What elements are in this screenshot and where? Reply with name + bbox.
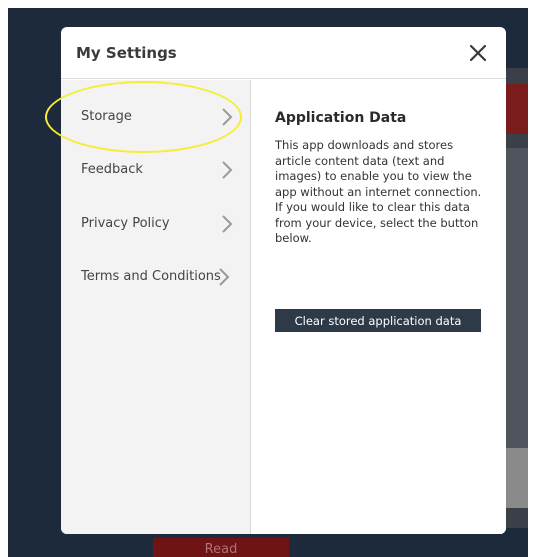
sidebar-item-label: Privacy Policy <box>81 216 170 231</box>
sidebar-item-label: Feedback <box>81 162 143 177</box>
sidebar-item-feedback[interactable]: Feedback <box>61 150 251 190</box>
chevron-right-icon <box>219 268 230 286</box>
clear-data-button[interactable]: Clear stored application data <box>275 309 481 332</box>
sidebar-item-label: Storage <box>81 109 132 124</box>
chevron-right-icon <box>222 108 233 126</box>
panel-description: This app downloads and stores article co… <box>275 138 482 245</box>
close-button[interactable] <box>462 37 494 69</box>
storage-panel: Application Data This app downloads and … <box>252 80 506 534</box>
modal-title: My Settings <box>76 44 177 62</box>
modal-header: My Settings <box>61 27 506 79</box>
panel-title: Application Data <box>275 110 407 126</box>
sidebar-item-storage[interactable]: Storage <box>61 97 251 137</box>
settings-sidebar: Storage Feedback Privacy Policy Terms an… <box>61 80 251 534</box>
chevron-right-icon <box>222 161 233 179</box>
sidebar-item-privacy-policy[interactable]: Privacy Policy <box>61 204 251 244</box>
sidebar-item-terms-and-conditions[interactable]: Terms and Conditions <box>61 257 251 297</box>
chevron-right-icon <box>222 215 233 233</box>
read-button[interactable]: Read <box>153 538 289 557</box>
settings-modal: My Settings Storage Feedback Privacy Pol… <box>61 27 506 534</box>
close-icon <box>469 44 487 62</box>
sidebar-item-label: Terms and Conditions <box>81 269 221 284</box>
